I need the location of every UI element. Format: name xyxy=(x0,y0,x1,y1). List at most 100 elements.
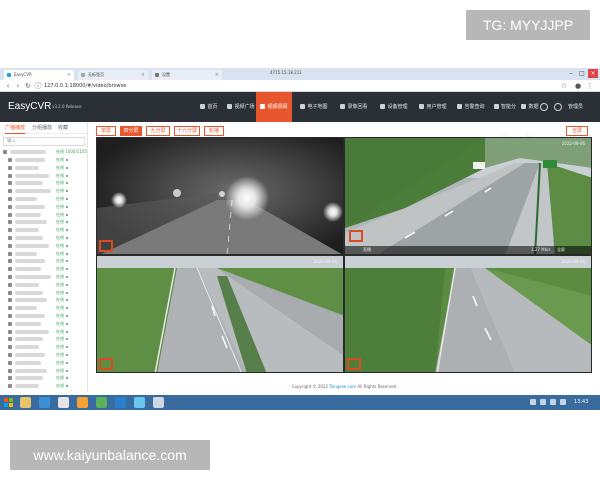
device-name-redacted xyxy=(15,376,43,381)
menu-item-8[interactable]: 智能分析 xyxy=(492,92,518,140)
layout-button-0[interactable]: 单屏 xyxy=(96,126,116,136)
fullscreen-button[interactable]: 全屏 xyxy=(566,126,588,136)
list-item[interactable]: 在线 xyxy=(0,164,88,172)
list-item[interactable]: 在线 xyxy=(0,382,88,390)
list-item[interactable]: 在线 xyxy=(0,312,88,320)
t-icon[interactable] xyxy=(134,397,145,408)
list-item[interactable]: 在线 xyxy=(0,281,88,289)
menu-item-1[interactable]: 视频广场 xyxy=(226,92,256,122)
maximize-button[interactable]: □ xyxy=(577,69,587,78)
user-menu[interactable]: 管理员 xyxy=(568,92,583,122)
menu-item-2[interactable]: 视频调阅 xyxy=(256,92,292,122)
windows-start-icon[interactable] xyxy=(3,397,14,408)
list-item[interactable]: 在线 xyxy=(0,328,88,336)
layout-button-1[interactable]: 四分屏 xyxy=(120,126,142,136)
online-dot-icon xyxy=(66,205,68,208)
tray-volume-icon[interactable] xyxy=(540,399,546,405)
list-item[interactable]: 在线 xyxy=(0,289,88,297)
list-item[interactable]: 在线 xyxy=(0,335,88,343)
camera-tile-3[interactable]: 2022-09-06 xyxy=(96,255,344,373)
menu-item-9[interactable]: 数据中心 xyxy=(520,92,540,140)
list-item[interactable]: 在线 xyxy=(0,320,88,328)
list-item[interactable]: 在线 xyxy=(0,374,88,382)
menu-item-0[interactable]: 首页 xyxy=(196,92,222,122)
list-item[interactable]: 在线 xyxy=(0,304,88,312)
tray-network-icon[interactable] xyxy=(530,399,536,405)
list-item[interactable]: 在线 xyxy=(0,242,88,250)
brand-link[interactable]: Tsingsee.com xyxy=(329,384,356,389)
list-item[interactable]: 在线 xyxy=(0,179,88,187)
list-item[interactable]: 在线 xyxy=(0,234,88,242)
browser-tab-easycvr[interactable]: EasyCVR × xyxy=(4,70,74,80)
browser-tab-3[interactable]: 设置 × xyxy=(152,70,222,80)
forward-icon[interactable]: › xyxy=(14,82,22,90)
close-icon[interactable]: × xyxy=(215,70,219,80)
camera-tile-4[interactable]: 2022-09-06 xyxy=(344,255,592,373)
menu-item-6[interactable]: 用户管理 xyxy=(416,92,450,122)
profile-icon[interactable]: ● xyxy=(574,82,582,90)
reload-icon[interactable]: ↻ xyxy=(24,82,32,90)
live-label[interactable]: 直播 xyxy=(363,246,371,254)
list-item[interactable]: 在线 xyxy=(0,359,88,367)
close-icon[interactable]: × xyxy=(141,70,145,80)
menu-item-7[interactable]: 告警查询 xyxy=(454,92,488,122)
device-status: 在线 xyxy=(56,250,64,256)
tree-root[interactable]: 在线 1000/1105 xyxy=(0,148,88,156)
list-item[interactable]: 在线 xyxy=(0,211,88,219)
star-icon[interactable]: ☆ xyxy=(560,82,568,90)
layout-button-4[interactable]: 轮播 xyxy=(204,126,224,136)
list-item[interactable]: 在线 xyxy=(0,351,88,359)
device-name-redacted xyxy=(15,189,51,194)
bell-icon[interactable] xyxy=(540,103,548,111)
layout-button-3[interactable]: 十六分屏 xyxy=(174,126,200,136)
highway-scene xyxy=(345,138,591,254)
device-status: 在线 xyxy=(56,383,64,389)
avatar[interactable] xyxy=(554,103,562,111)
list-item[interactable]: 在线 xyxy=(0,296,88,304)
bitrate-label: 1.27 Mb/s xyxy=(531,247,551,252)
tab-broadcast[interactable]: 广播播放 xyxy=(5,122,26,134)
browser-tab-2[interactable]: 无标签页 × xyxy=(78,70,148,80)
list-item[interactable]: 在线 xyxy=(0,187,88,195)
list-item[interactable]: 在线 xyxy=(0,257,88,265)
camera-tile-1[interactable] xyxy=(96,137,344,255)
tray-flag-icon[interactable] xyxy=(550,399,556,405)
tab-group[interactable]: 分组播放 xyxy=(32,122,52,134)
list-item[interactable]: 在线 xyxy=(0,265,88,273)
list-item[interactable]: 在线 xyxy=(0,343,88,351)
list-item[interactable]: 在线 xyxy=(0,273,88,281)
minimize-button[interactable]: – xyxy=(566,69,576,78)
layout-button-2[interactable]: 九分屏 xyxy=(146,126,170,136)
list-item[interactable]: 在线 xyxy=(0,218,88,226)
camera-tile-2[interactable]: 2022-09-06 直播 1.27 Mb/s 全屏 xyxy=(344,137,592,255)
player-fullscreen-button[interactable]: 全屏 xyxy=(557,246,565,254)
menu-item-5[interactable]: 设备管理 xyxy=(376,92,412,122)
device-status: 在线 xyxy=(56,274,64,279)
camera-icon xyxy=(8,212,12,217)
bird-icon[interactable] xyxy=(96,397,107,408)
network-icon[interactable] xyxy=(153,397,164,408)
ie-icon[interactable] xyxy=(39,397,50,408)
list-item[interactable]: 在线 xyxy=(0,195,88,203)
back-icon[interactable]: ‹ xyxy=(4,82,12,90)
menu-item-3[interactable]: 电子地图 xyxy=(296,92,332,122)
url-input[interactable]: 127.0.0.1:18000/#/video/browse xyxy=(44,82,126,90)
online-dot-icon xyxy=(66,198,68,200)
folder-icon[interactable] xyxy=(20,397,31,408)
media-icon[interactable] xyxy=(77,397,88,408)
list-item[interactable]: 在线 xyxy=(0,156,88,164)
list-item[interactable]: 在线 xyxy=(0,203,88,211)
list-item[interactable]: 在线 xyxy=(0,172,88,180)
ship-icon[interactable] xyxy=(115,397,126,408)
device-search-input[interactable]: 输入 xyxy=(3,137,85,146)
chrome-icon[interactable] xyxy=(58,397,69,408)
tray-ime-icon[interactable] xyxy=(560,399,566,405)
close-icon[interactable]: × xyxy=(67,70,71,80)
more-icon[interactable]: ⋮ xyxy=(586,82,594,90)
tab-favorites[interactable]: 收藏 xyxy=(58,122,68,134)
close-window-button[interactable]: × xyxy=(588,69,598,78)
menu-item-4[interactable]: 录像回看 xyxy=(336,92,372,122)
list-item[interactable]: 在线 xyxy=(0,367,88,375)
list-item[interactable]: 在线 xyxy=(0,226,88,234)
list-item[interactable]: 在线 xyxy=(0,250,88,258)
